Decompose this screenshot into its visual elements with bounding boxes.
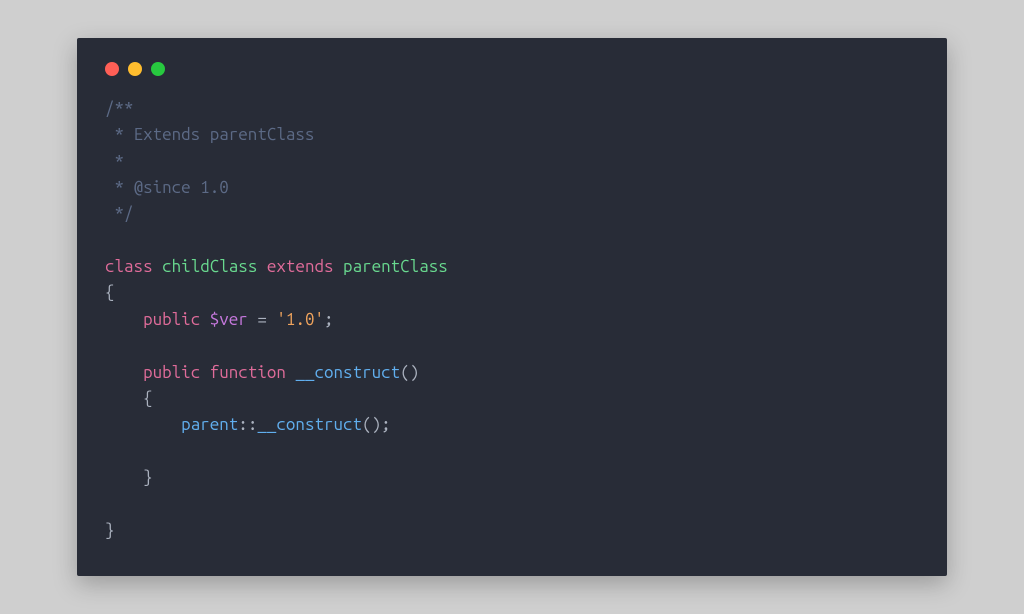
indent <box>105 310 143 329</box>
string-literal: '1.0' <box>276 310 324 329</box>
keyword-function: function <box>210 363 286 382</box>
parens: () <box>362 415 381 434</box>
docblock-close: */ <box>105 204 134 223</box>
brace: } <box>105 521 115 540</box>
class-name: childClass <box>162 257 257 276</box>
semicolon: ; <box>381 415 391 434</box>
semicolon: ; <box>324 310 334 329</box>
parent-ref: parent <box>181 415 238 434</box>
code-block: /** * Extends parentClass * * @since 1.0… <box>105 96 919 544</box>
indent <box>105 389 143 408</box>
function-name: __construct <box>295 363 400 382</box>
parent-class-name: parentClass <box>343 257 448 276</box>
keyword-class: class <box>105 257 153 276</box>
indent <box>105 363 143 382</box>
brace: { <box>143 389 153 408</box>
docblock-line: * Extends parentClass <box>105 125 314 144</box>
brace: { <box>105 283 115 302</box>
scope-operator: :: <box>238 415 257 434</box>
docblock-line: * @since 1.0 <box>105 178 229 197</box>
code-editor-window: /** * Extends parentClass * * @since 1.0… <box>77 38 947 576</box>
keyword-public: public <box>143 363 200 382</box>
minimize-icon[interactable] <box>128 62 142 76</box>
keyword-public: public <box>143 310 200 329</box>
parens: () <box>400 363 419 382</box>
docblock-open: /** <box>105 99 134 118</box>
keyword-extends: extends <box>267 257 334 276</box>
close-icon[interactable] <box>105 62 119 76</box>
indent <box>105 468 143 487</box>
maximize-icon[interactable] <box>151 62 165 76</box>
variable: $ver <box>210 310 248 329</box>
operator: = <box>248 310 277 329</box>
brace: } <box>143 468 153 487</box>
window-controls <box>105 62 919 76</box>
docblock-star: * <box>105 152 124 171</box>
function-name: __construct <box>257 415 362 434</box>
indent <box>105 415 181 434</box>
